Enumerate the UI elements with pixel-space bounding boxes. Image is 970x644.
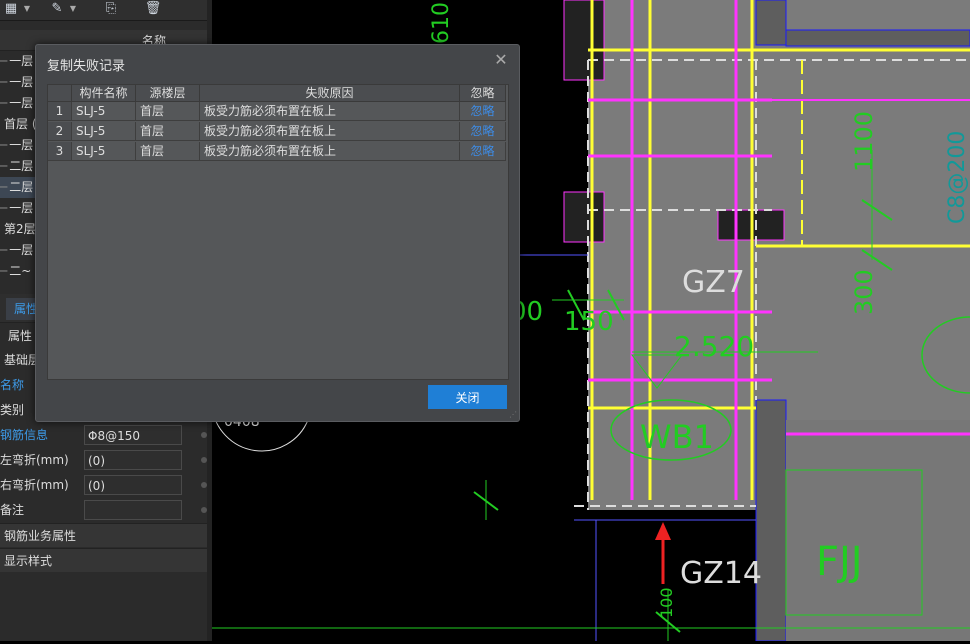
col-header-reason[interactable]: 失败原因	[200, 85, 460, 102]
delete-icon[interactable]: 🗑	[142, 0, 164, 18]
tree-connector-icon: ─	[0, 201, 8, 215]
cad-dim-1100: 1100	[850, 111, 878, 172]
cad-label-wb1: WB1	[640, 418, 714, 456]
floor-tree-item-label: 第2层	[4, 222, 36, 236]
rebar-info-label: 钢筋信息	[0, 428, 49, 442]
ignore-link[interactable]: 忽略	[460, 142, 506, 161]
tree-connector-icon: ─	[0, 159, 8, 173]
floor-tree-item-label: 首层 (	[4, 117, 37, 131]
left-bend-label: 左弯折(mm)	[0, 453, 69, 467]
ignore-link[interactable]: 忽略	[460, 102, 506, 121]
floor-tree-item-label: 二层	[9, 180, 34, 194]
grid-icon[interactable]: ▦	[0, 0, 22, 18]
floor-tree-item-label: 一层	[9, 201, 34, 215]
cell-failure-reason: 板受力筋必须布置在板上	[200, 142, 460, 161]
floor-tree-item-label: 一层	[9, 96, 34, 110]
ignore-link[interactable]: 忽略	[460, 122, 506, 141]
rebar-business-section[interactable]: 钢筋业务属性	[0, 523, 207, 547]
cell-source-floor: 首层	[136, 102, 200, 121]
tree-connector-icon: ─	[0, 243, 8, 257]
floor-tree-item-label: 一层	[9, 54, 34, 68]
dropdown-arrow-icon[interactable]: ▼	[22, 0, 32, 18]
cad-dim-100: 100	[657, 587, 676, 618]
copy-icon[interactable]: ⎘	[100, 0, 122, 18]
left-bend-field[interactable]: (0)	[84, 450, 182, 470]
right-bend-field[interactable]: (0)	[84, 475, 182, 495]
cad-label-elevation: 2.520	[674, 330, 754, 363]
col-header-ignore[interactable]: 忽略	[460, 85, 506, 102]
cell-failure-reason: 板受力筋必须布置在板上	[200, 122, 460, 141]
failure-table: 构件名称 源楼层 失败原因 忽略 1 SLJ-5 首层 板受力筋必须布置在板上 忽略 2 S…	[47, 84, 509, 380]
right-bend-label: 右弯折(mm)	[0, 478, 69, 492]
col-header-name[interactable]: 构件名称	[72, 85, 136, 102]
tree-connector-icon: ─	[0, 180, 8, 194]
copy-failure-dialog: 复制失败记录 ✕ 构件名称 源楼层 失败原因 忽略 1 SLJ-5 首层 板受力筋必须…	[35, 44, 520, 422]
floor-tree-item-label: 一层	[9, 243, 34, 257]
floor-tree-item-label: 一层	[9, 138, 34, 152]
name-label: 名称	[0, 378, 25, 392]
cad-dim-610: 610	[429, 2, 454, 44]
floor-tree-item-label: 二层	[9, 159, 34, 173]
row-index: 2	[48, 122, 72, 141]
cad-dim-300: 300	[850, 269, 878, 315]
rebar-info-field[interactable]: Φ8@150	[84, 425, 182, 445]
tree-connector-icon: ─	[0, 264, 8, 278]
floor-tree-item-label: 二~	[9, 264, 32, 278]
col-header-floor[interactable]: 源楼层	[136, 85, 200, 102]
close-icon[interactable]: ✕	[493, 52, 509, 68]
cad-label-fjj: FJJ	[816, 539, 863, 585]
tree-connector-icon: ─	[0, 54, 8, 68]
note-field[interactable]	[84, 500, 182, 520]
properties-row[interactable]: 属性	[8, 325, 32, 347]
col-header-index	[48, 85, 72, 102]
cell-source-floor: 首层	[136, 142, 200, 161]
tree-connector-icon: ─	[0, 138, 8, 152]
cad-label-gz14: GZ14	[680, 556, 762, 591]
cad-label-gz7: GZ7	[682, 265, 745, 300]
resize-grip-icon[interactable]: ⋰	[509, 411, 517, 419]
row-index: 1	[48, 102, 72, 121]
display-style-section[interactable]: 显示样式	[0, 548, 207, 572]
tree-connector-icon: ─	[0, 96, 8, 110]
type-label: 类别	[0, 403, 25, 417]
cell-source-floor: 首层	[136, 122, 200, 141]
cad-rebar-label: C8@200	[945, 131, 970, 224]
cell-component-name: SLJ-5	[72, 142, 136, 161]
note-label: 备注	[0, 503, 25, 517]
floor-tree-item-label: 一层	[9, 75, 34, 89]
row-index: 3	[48, 142, 72, 161]
top-toolbar: ▦ ▼ ✎ ▼ ⎘ 🗑	[0, 0, 212, 21]
cell-failure-reason: 板受力筋必须布置在板上	[200, 102, 460, 121]
cell-component-name: SLJ-5	[72, 102, 136, 121]
cell-component-name: SLJ-5	[72, 122, 136, 141]
dropdown-arrow-icon[interactable]: ▼	[68, 0, 78, 18]
dialog-title: 复制失败记录	[47, 59, 126, 74]
cad-dim-150: 150	[564, 307, 614, 337]
edit-icon[interactable]: ✎	[46, 0, 68, 18]
tree-connector-icon: ─	[0, 75, 8, 89]
close-button[interactable]: 关闭	[428, 385, 507, 409]
